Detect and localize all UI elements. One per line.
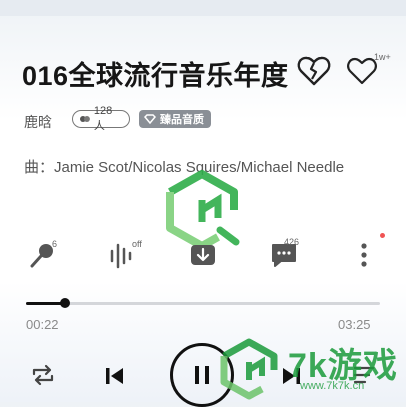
elapsed-time: 00:22 <box>26 317 59 332</box>
status-bar <box>0 0 406 16</box>
diamond-icon <box>144 114 156 124</box>
pause-icon <box>195 366 209 384</box>
sing-count: 6 <box>52 239 58 249</box>
heart-icon <box>347 57 377 85</box>
quality-label: 臻品音质 <box>160 114 204 126</box>
listeners-icon <box>79 116 90 122</box>
broken-heart-icon <box>297 56 331 86</box>
watermark-brand-logo-icon <box>220 338 278 400</box>
notification-dot <box>380 233 385 238</box>
like-count: 1w+ <box>374 52 391 62</box>
progress-thumb[interactable] <box>59 298 70 308</box>
comment-count: 426 <box>284 237 300 247</box>
watermark-url: www.7k7k.cn <box>300 380 365 392</box>
download-button[interactable] <box>183 235 223 275</box>
quality-badge[interactable]: 臻品音质 <box>139 110 211 128</box>
sound-effect-button[interactable]: off <box>102 235 142 275</box>
comment-button[interactable]: 426 <box>264 235 304 275</box>
repeat-icon <box>32 364 54 386</box>
sing-button[interactable]: 6 <box>22 235 62 275</box>
action-bar: 6 off 426 <box>0 235 406 277</box>
repeat-button[interactable] <box>28 360 58 390</box>
total-time: 03:25 <box>338 317 371 332</box>
more-button[interactable] <box>344 235 384 275</box>
listeners-count: 128人 <box>93 105 113 132</box>
song-title: 016全球流行音乐年度 <box>22 61 289 91</box>
previous-icon <box>106 368 123 384</box>
listeners-badge[interactable]: 128人 <box>72 105 130 132</box>
more-icon <box>361 243 367 267</box>
dislike-button[interactable] <box>296 55 332 87</box>
artist-name[interactable]: 鹿晗 <box>24 112 52 132</box>
download-icon <box>191 245 215 265</box>
progress-bar[interactable] <box>26 302 380 305</box>
previous-button[interactable] <box>100 362 128 390</box>
sound-effect-status: off <box>132 239 142 249</box>
